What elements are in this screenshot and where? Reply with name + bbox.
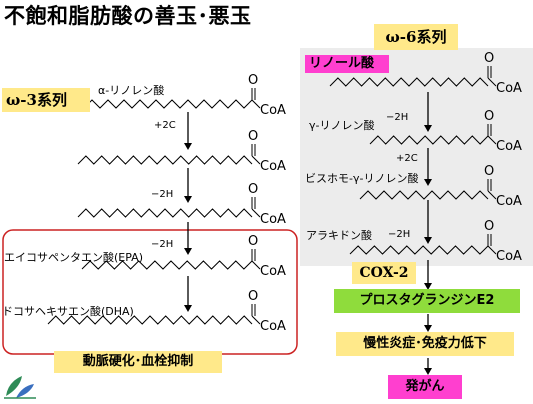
molecule-step2-o-label: O	[248, 129, 259, 144]
step-minus2h-right-1: −2H	[386, 112, 409, 123]
molecule-step3-coa-label: CoA	[260, 212, 286, 227]
molecule-gamma-linolenic-o-label: O	[484, 109, 495, 124]
logo	[2, 372, 38, 400]
molecule-step3-o-label: O	[248, 182, 259, 197]
molecule-alpha-linolenic-coa-label: CoA	[260, 103, 286, 118]
molecule-linoleic-coa-label: CoA	[496, 81, 522, 96]
page-title: 不飽和脂肪酸の善玉･悪玉	[4, 4, 252, 28]
molecule-gamma-linolenic-coa-label: CoA	[496, 139, 522, 154]
compound-linoleic: リノール酸	[305, 55, 389, 73]
compound-linoleic-text: リノール酸	[309, 56, 375, 71]
compound-dha: ドコサヘキサエン酸(DHA)	[2, 305, 134, 318]
cancer-box: 発がん	[388, 375, 462, 399]
compound-bishomo-gamma: ビスホモ-γ-リノレン酸	[305, 172, 419, 185]
cox2-text: COX-2	[359, 265, 409, 281]
molecule-epa-o-label: O	[248, 234, 259, 249]
step-plus2c-left: +2C	[154, 120, 176, 131]
molecule-dha-coa-label: CoA	[260, 319, 286, 334]
prostaglandin-text: プロスタグランジンE2	[359, 293, 495, 308]
prostaglandin-box: プロスタグランジンE2	[334, 289, 520, 313]
molecule-arachidonic-coa-label: CoA	[496, 249, 522, 264]
molecule-linoleic-o-label: O	[484, 51, 495, 66]
arrow-left-3	[184, 222, 192, 255]
arrow-left-4	[184, 276, 192, 312]
omega6-header: ω-6系列	[374, 24, 458, 50]
molecule-bishomo-o-label: O	[484, 164, 495, 179]
arrow-right-5	[424, 314, 432, 332]
omega6-effect-text: 慢性炎症･免疫力低下	[363, 336, 487, 351]
step-minus2h-right-2: −2H	[388, 229, 411, 240]
cox2-label: COX-2	[352, 262, 416, 284]
omega6-effect-box: 慢性炎症･免疫力低下	[336, 332, 514, 356]
molecule-arachidonic-o-label: O	[484, 219, 495, 234]
leaf-logo-icon	[4, 376, 36, 399]
molecule-epa-coa-label: CoA	[260, 264, 286, 279]
arrow-left-2	[184, 168, 192, 203]
molecule-step2	[77, 144, 261, 165]
omega3-header-text: ω-3系列	[6, 91, 67, 109]
compound-epa: エイコサペンタエン酸(EPA)	[4, 251, 143, 264]
omega3-header: ω-3系列	[2, 88, 90, 112]
molecule-step3	[77, 197, 261, 218]
compound-alpha-linolenic: α-リノレン酸	[98, 84, 165, 97]
arrow-right-6	[424, 358, 432, 375]
compound-gamma-linolenic: γ-リノレン酸	[309, 119, 375, 132]
compound-arachidonic: アラキドン酸	[306, 229, 372, 242]
omega3-effect-box: 動脈硬化･血栓抑制	[54, 351, 222, 373]
molecule-alpha-linolenic-o-label: O	[248, 73, 259, 88]
molecule-dha-o-label: O	[248, 289, 259, 304]
step-minus2h-left-1: −2H	[151, 189, 174, 200]
cancer-text: 発がん	[405, 379, 445, 394]
molecule-step2-coa-label: CoA	[260, 159, 286, 174]
omega3-effect-text: 動脈硬化･血栓抑制	[82, 354, 194, 369]
step-minus2h-left-2: −2H	[151, 239, 174, 250]
omega6-header-text: ω-6系列	[385, 28, 447, 46]
molecule-bishomo-coa-label: CoA	[496, 194, 522, 209]
arrow-left-1	[184, 112, 192, 150]
step-plus2c-right: +2C	[396, 153, 418, 164]
